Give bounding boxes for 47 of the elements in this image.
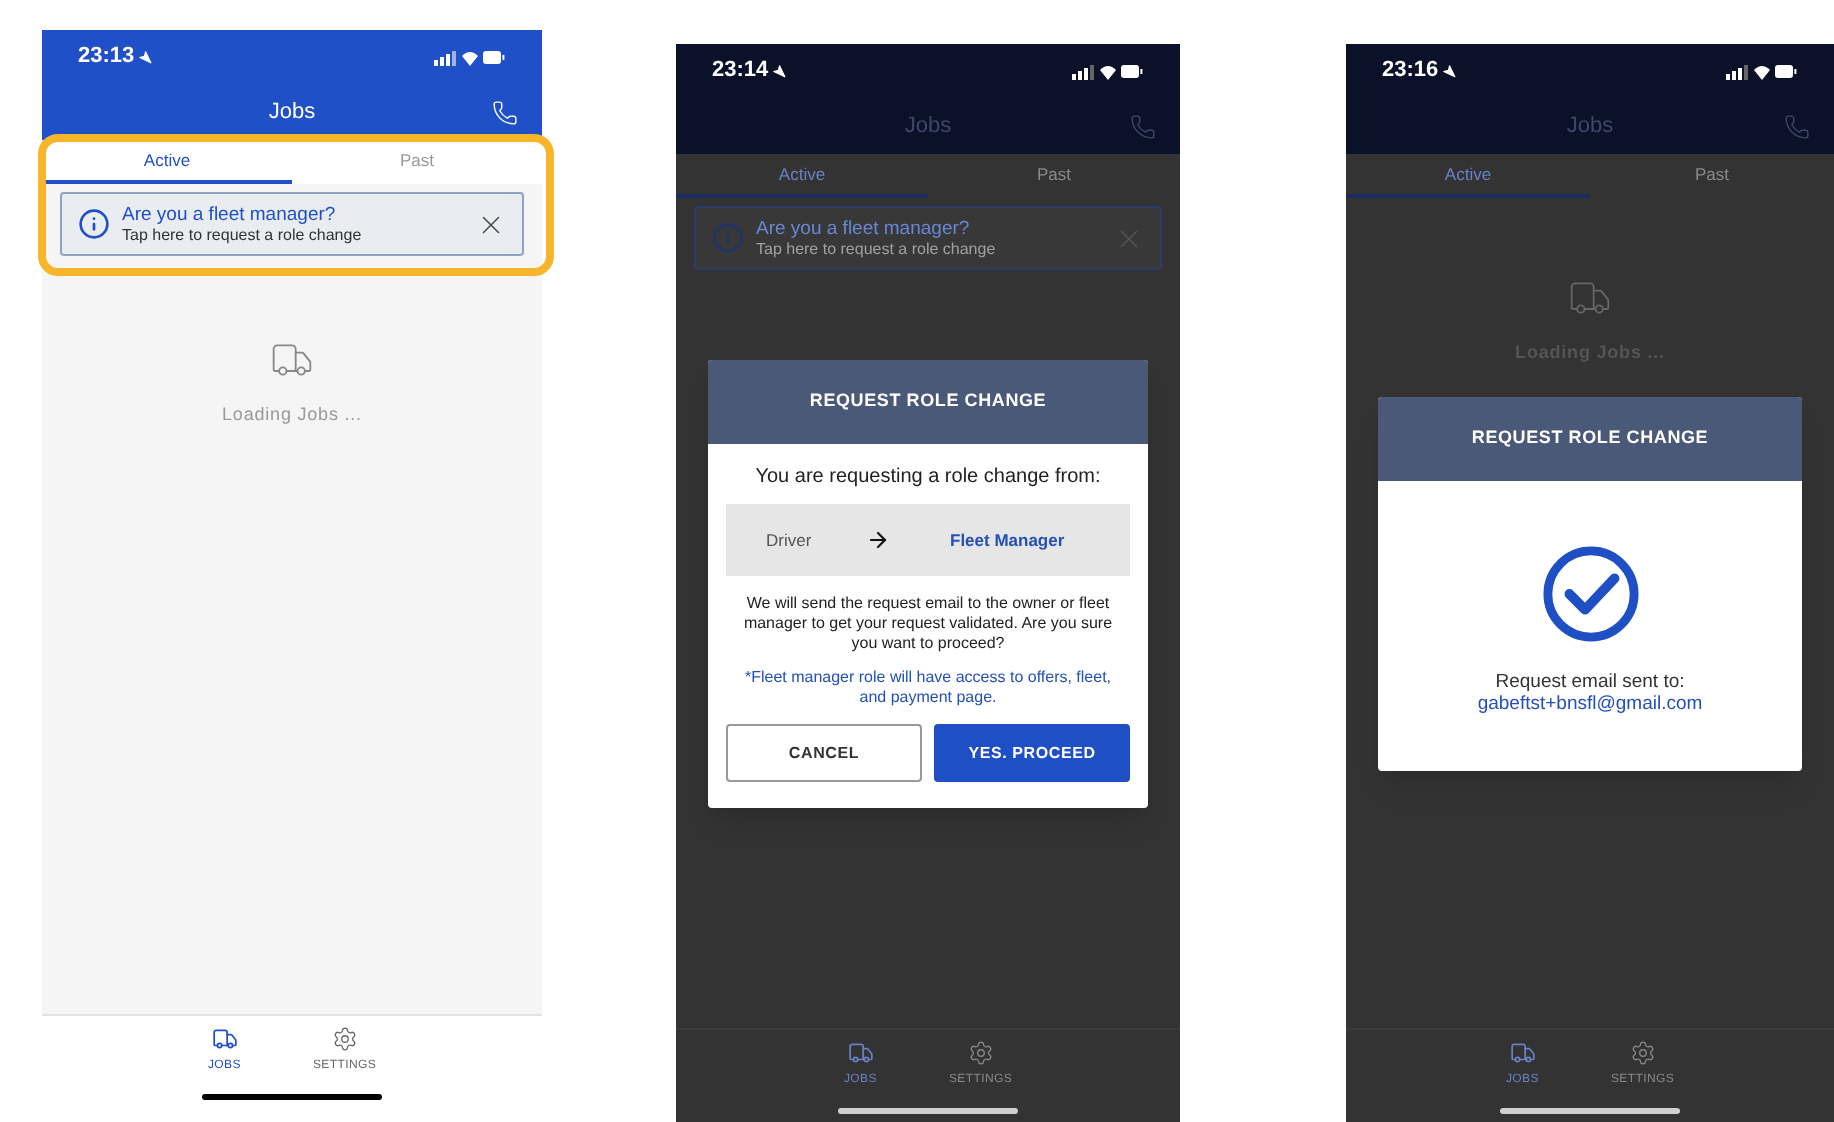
dialog-message: We will send the request email to the owner or fleet manager to get your request validated. Are you sure you want to proceed?: [741, 594, 1115, 654]
settings-icon: [331, 1026, 358, 1052]
settings-icon: [1629, 1040, 1656, 1066]
dialog-intro: You are requesting a role change from:: [755, 464, 1101, 492]
header-title: Jobs: [268, 97, 316, 128]
truck-icon: [1568, 276, 1612, 320]
banner-subtitle: Tap here to request a role change: [756, 239, 998, 259]
dialog-title: REQUEST ROLE CHANGE: [1471, 425, 1709, 452]
current-role: Driver: [766, 527, 814, 553]
cancel-button[interactable]: CANCEL: [726, 724, 922, 782]
info-icon: [712, 222, 744, 254]
tab[interactable]: Past: [1590, 154, 1834, 198]
header-title: Jobs: [1566, 111, 1614, 142]
banner-title: Are you a fleet manager?: [122, 203, 338, 225]
truck-icon: [1509, 1040, 1536, 1066]
dialog-message: Request email sent to:: [1495, 671, 1685, 693]
info-icon: [78, 208, 110, 240]
location-icon: [772, 64, 787, 78]
tab[interactable]: Active: [676, 154, 928, 198]
truck-icon: [847, 1040, 874, 1066]
dialog-note: *Fleet manager role will have access to offers, fleet, and payment page.: [742, 668, 1114, 708]
tab[interactable]: Active: [1346, 154, 1590, 198]
status-time: 23:16: [1382, 56, 1439, 87]
email-link[interactable]: gabeftst+bnsfl@gmail.com: [1477, 693, 1703, 715]
loading-text: Loading Jobs ...: [222, 402, 362, 428]
status-icons: [434, 47, 506, 67]
banner-subtitle: Tap here to request a role change: [122, 225, 364, 245]
location-icon: [1442, 64, 1457, 78]
new-role: Fleet Manager: [950, 527, 1065, 553]
truck-icon: [211, 1026, 238, 1052]
status-icons: [1072, 61, 1144, 81]
role-change-banner[interactable]: Are you a fleet manager? Tap here to request a role change: [60, 192, 524, 256]
arrow-icon: [866, 528, 890, 552]
banner-title: Are you a fleet manager?: [756, 217, 972, 239]
proceed-button[interactable]: YES. PROCEED: [934, 724, 1130, 782]
location-icon: [138, 50, 153, 64]
status-icons: [1726, 61, 1798, 81]
status-time: 23:13: [78, 42, 135, 73]
tab[interactable]: Past: [292, 140, 542, 184]
status-time: 23:14: [712, 56, 769, 87]
check-circle-icon: [1541, 545, 1639, 643]
dialog-title: REQUEST ROLE CHANGE: [809, 388, 1047, 415]
header-title: Jobs: [904, 111, 952, 142]
settings-icon: [967, 1040, 994, 1066]
tab[interactable]: Past: [928, 154, 1180, 198]
truck-icon: [270, 338, 314, 382]
role-change-banner[interactable]: Are you a fleet manager? Tap here to request a role change: [694, 206, 1162, 270]
